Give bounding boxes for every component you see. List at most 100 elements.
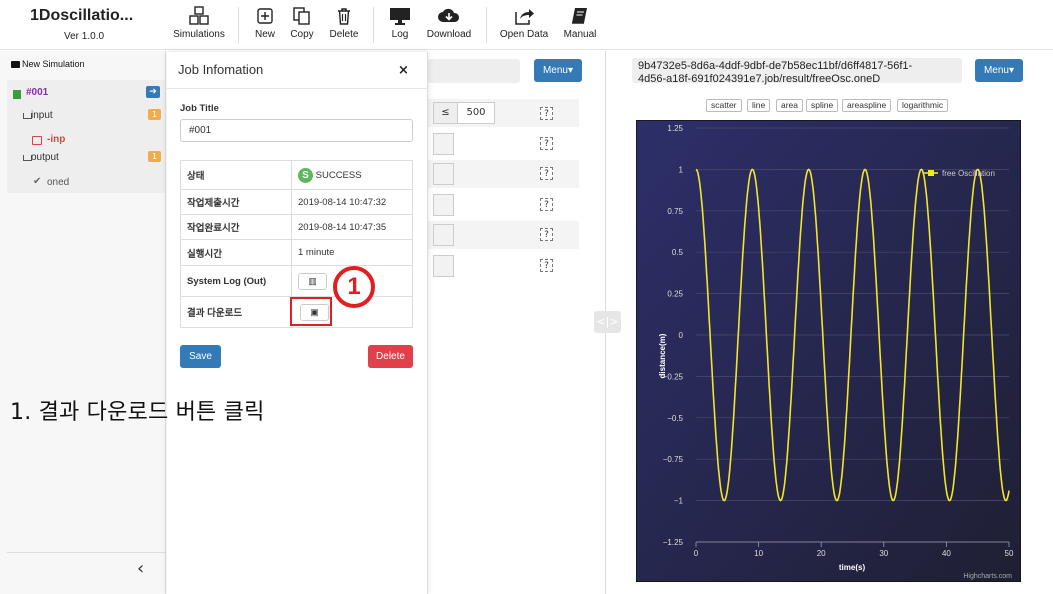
open-data-button[interactable]: Open Data: [498, 6, 550, 40]
delete-button[interactable]: Delete: [327, 6, 361, 40]
y-axis-label: distance(m): [658, 333, 667, 378]
simulations-button[interactable]: Simulations: [173, 6, 225, 40]
delete-job-button[interactable]: Delete: [368, 345, 413, 368]
editor-menu-button[interactable]: Menu▾: [534, 59, 582, 82]
trash-icon: [338, 8, 350, 25]
help-icon[interactable]: ?: [540, 259, 553, 272]
toolbar-divider: [486, 7, 487, 43]
modal-header-divider: [167, 88, 428, 89]
x-tick-label: 30: [879, 549, 888, 558]
help-icon[interactable]: ?: [540, 198, 553, 211]
collapse-sidebar-icon[interactable]: ‹: [137, 558, 144, 579]
folder-icon: [11, 61, 20, 68]
complete-time-key: 작업완료시간: [180, 214, 292, 240]
toolbar-label: Manual: [563, 29, 597, 40]
y-tick-label: −1: [674, 497, 684, 506]
input-file-item[interactable]: -inp: [47, 134, 65, 145]
complete-time-value: 2019-08-14 10:47:35: [291, 214, 413, 240]
editor-input[interactable]: [433, 255, 454, 277]
y-tick-label: −1.25: [663, 538, 684, 547]
y-tick-label: 0.5: [672, 248, 684, 257]
bar-chart-icon[interactable]: ▥: [298, 272, 327, 290]
job-label[interactable]: #001: [26, 87, 48, 98]
success-icon: S: [298, 167, 313, 183]
download-highlight-box: [290, 297, 332, 326]
result-menu-button[interactable]: Menu▾: [975, 59, 1023, 82]
job-title-label: Job Title: [180, 103, 219, 114]
log-button[interactable]: Log: [386, 6, 414, 40]
instruction-text: 1. 결과 다운로드 버튼 클릭: [10, 400, 265, 425]
legend-item: free Oscillation: [942, 169, 995, 178]
y-tick-label: 1.25: [667, 124, 683, 133]
monitor-icon: [390, 8, 410, 25]
y-tick-label: −0.5: [667, 414, 683, 423]
chart-type-area[interactable]: area: [776, 99, 804, 112]
copy-icon: [293, 7, 310, 25]
legend-marker-icon: [928, 170, 934, 176]
exec-time-key: 실행시간: [180, 239, 292, 266]
new-simulation-link[interactable]: New Simulation: [22, 59, 85, 69]
chart-type-line[interactable]: line: [747, 99, 771, 112]
input-folder-label[interactable]: input: [31, 110, 53, 121]
exec-time-value: 1 minute: [291, 239, 413, 266]
status-cell: S SUCCESS: [291, 160, 413, 190]
input-count-badge: 1: [148, 109, 161, 120]
cloud-download-icon: [438, 8, 460, 22]
help-icon[interactable]: ?: [540, 107, 553, 120]
y-tick-label: 0: [679, 331, 684, 340]
manual-button[interactable]: Manual: [562, 6, 598, 40]
x-tick-label: 0: [694, 549, 699, 558]
toolbar-label: New: [254, 29, 275, 40]
submit-time-key: 작업제출시간: [180, 189, 292, 215]
share-icon: [515, 9, 534, 25]
y-tick-label: 1: [679, 165, 684, 174]
app-title: 1Doscillatio...: [30, 7, 134, 24]
chart-type-areaspline[interactable]: areaspline: [842, 99, 892, 112]
toolbar-label: Copy: [290, 29, 314, 40]
operator-addon: ≤: [433, 102, 458, 124]
help-icon[interactable]: ?: [540, 167, 553, 180]
max-value-input[interactable]: 500: [457, 102, 495, 124]
result-chart: 1.2510.750.50.250−0.25−0.5−0.75−1−1.25 0…: [636, 120, 1021, 582]
copy-button[interactable]: Copy: [287, 6, 317, 40]
x-axis-label: time(s): [839, 563, 866, 572]
plus-square-icon: [257, 8, 273, 24]
toolbar-divider: [238, 7, 239, 43]
editor-input[interactable]: [433, 224, 454, 246]
result-path-line: 9b4732e5-8d6a-4ddf-9dbf-de7b58ec11bf/d6f…: [638, 60, 913, 72]
x-tick-label: 50: [1005, 549, 1014, 558]
editor-path-field: [428, 59, 520, 83]
splitter-handle-icon[interactable]: <|>: [594, 311, 621, 333]
download-button[interactable]: Download: [424, 6, 474, 40]
book-icon: [572, 8, 587, 24]
arrow-right-icon[interactable]: ➔: [146, 86, 160, 98]
editor-input[interactable]: [433, 194, 454, 216]
help-icon[interactable]: ?: [540, 228, 553, 241]
x-tick-label: 40: [942, 549, 951, 558]
output-count-badge: 1: [148, 151, 161, 162]
close-icon[interactable]: ×: [398, 63, 409, 78]
editor-input[interactable]: [433, 133, 454, 155]
edit-icon: [32, 136, 42, 145]
chart-type-scatter[interactable]: scatter: [706, 99, 742, 112]
toolbar-label: Delete: [329, 29, 359, 40]
y-tick-label: 0.75: [667, 207, 683, 216]
help-icon[interactable]: ?: [540, 137, 553, 150]
system-log-key: System Log (Out): [180, 265, 292, 297]
output-file-item[interactable]: oned: [47, 177, 69, 188]
editor-input[interactable]: [433, 163, 454, 185]
toolbar-divider: [373, 7, 374, 43]
chart-credits: Highcharts.com: [963, 573, 1012, 580]
step-callout-badge: 1: [333, 266, 375, 308]
output-folder-label[interactable]: output: [31, 152, 59, 163]
chart-type-logarithmic[interactable]: logarithmic: [897, 99, 949, 112]
result-download-key: 결과 다운로드: [180, 296, 292, 328]
toolbar-label: Open Data: [499, 29, 549, 40]
job-title-input[interactable]: #001: [180, 119, 413, 142]
save-button[interactable]: Save: [180, 345, 221, 368]
result-path-text: 9b4732e5-8d6a-4ddf-9dbf-de7b58ec11bf/d6f…: [638, 60, 912, 86]
app-version: Ver 1.0.0: [64, 31, 105, 42]
new-button[interactable]: New: [250, 6, 280, 40]
y-tick-label: 0.25: [667, 290, 683, 299]
chart-type-spline[interactable]: spline: [806, 99, 839, 112]
